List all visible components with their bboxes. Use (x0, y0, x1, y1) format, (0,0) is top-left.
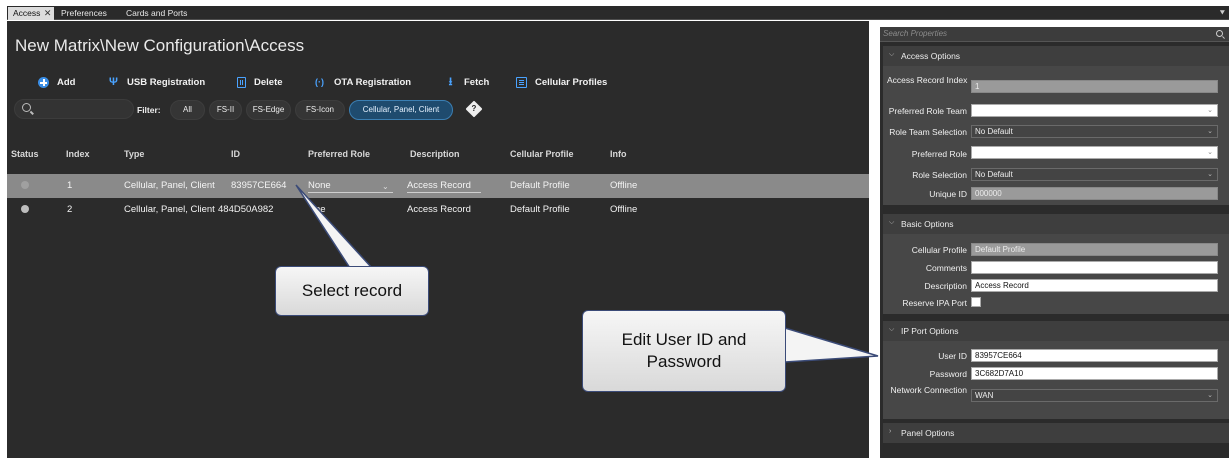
edit-user-pointer (784, 326, 879, 363)
callout-text: Edit User ID and Password (621, 330, 747, 371)
select-record-callout: Select record (275, 266, 429, 316)
select-record-pointer (295, 184, 374, 269)
callout-text: Select record (301, 281, 403, 300)
edit-user-callout: Edit User ID and Password (582, 310, 786, 392)
